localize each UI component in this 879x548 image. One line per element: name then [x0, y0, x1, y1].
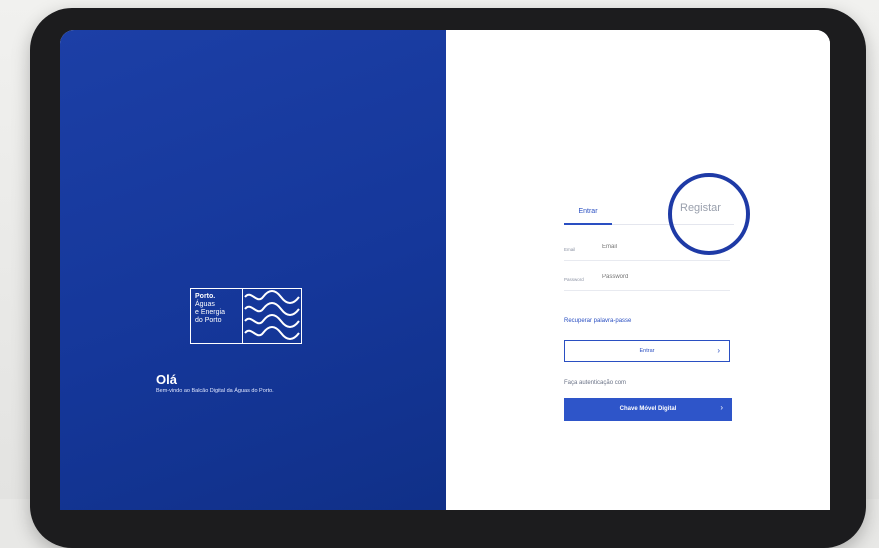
waves-icon — [243, 289, 301, 343]
brand-logo: Porto. Águas e Energia do Porto — [190, 288, 302, 344]
logo-line-4: do Porto — [195, 317, 222, 324]
cmd-login-button[interactable]: Chave Móvel Digital › — [564, 398, 732, 421]
password-label: Password — [564, 277, 584, 282]
tab-login[interactable]: Entrar — [564, 208, 612, 215]
logo-line-3: e Energia — [195, 309, 225, 316]
email-field: Email — [564, 242, 730, 261]
auth-panel: Entrar Registar Email Password Recuperar… — [446, 30, 830, 510]
auth-with-text: Faça autenticação com — [564, 380, 627, 386]
login-button-label: Entrar — [639, 348, 655, 354]
login-button[interactable]: Entrar › — [564, 340, 730, 362]
email-input[interactable] — [602, 244, 726, 250]
tablet-screen: Porto. Águas e Energia do Porto Olá Bem-… — [60, 30, 830, 510]
greeting-heading: Olá — [156, 372, 177, 387]
email-label: Email — [564, 247, 576, 252]
logo-line-2: Águas — [195, 301, 215, 308]
logo-text: Porto. Águas e Energia do Porto — [191, 289, 243, 343]
logo-line-1: Porto. — [195, 293, 216, 300]
welcome-panel: Porto. Águas e Energia do Porto Olá Bem-… — [60, 30, 446, 510]
cmd-button-label: Chave Móvel Digital — [619, 406, 677, 412]
chevron-right-icon: › — [720, 403, 723, 412]
active-tab-indicator — [564, 223, 612, 225]
recover-password-link[interactable]: Recuperar palavra-passe — [564, 318, 631, 324]
welcome-text: Bem-vindo ao Balcão Digital da Águas do … — [156, 388, 274, 394]
chevron-right-icon: › — [717, 346, 720, 355]
password-field: Password — [564, 272, 730, 291]
password-input[interactable] — [602, 274, 726, 280]
